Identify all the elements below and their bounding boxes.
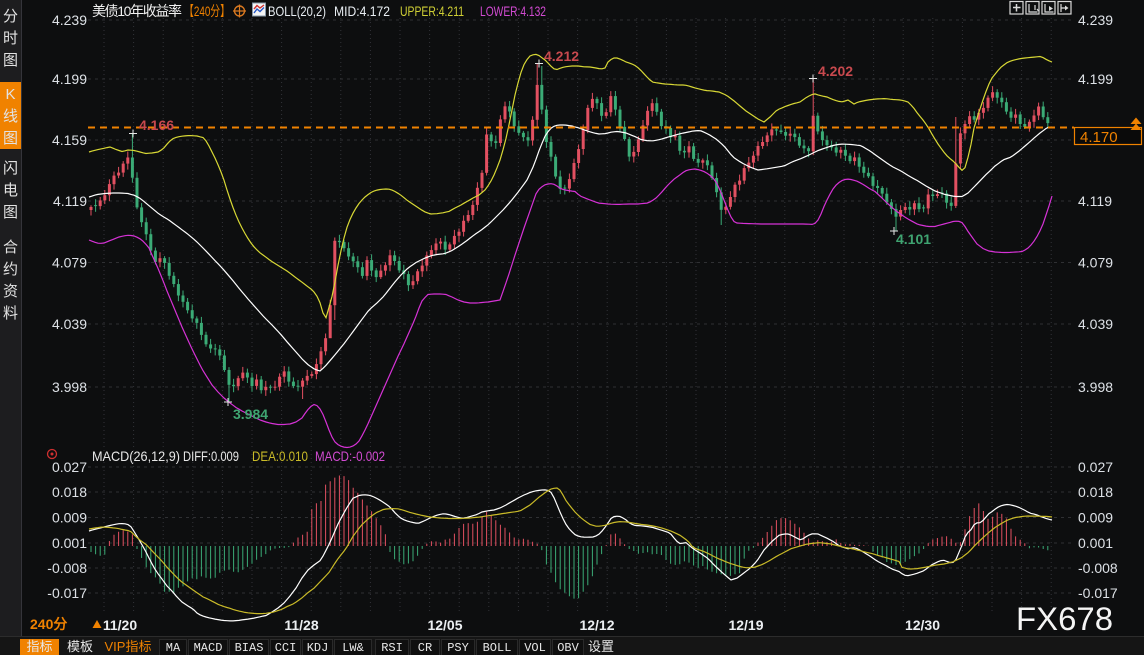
svg-text:-0.017: -0.017 bbox=[1078, 585, 1118, 601]
svg-text:4.199: 4.199 bbox=[52, 71, 87, 87]
svg-text:3.998: 3.998 bbox=[52, 379, 87, 395]
svg-text:12/12: 12/12 bbox=[579, 617, 614, 633]
svg-text:FX678: FX678 bbox=[1016, 601, 1113, 637]
svg-text:0.001: 0.001 bbox=[1078, 535, 1113, 551]
svg-text:0.018: 0.018 bbox=[52, 484, 87, 500]
svg-text:DIFF:0.009: DIFF:0.009 bbox=[183, 448, 239, 464]
svg-text:12/30: 12/30 bbox=[905, 617, 940, 633]
svg-text:4.170: 4.170 bbox=[1080, 129, 1118, 146]
svg-text:240分: 240分 bbox=[30, 616, 67, 632]
svg-text:0.027: 0.027 bbox=[52, 459, 87, 475]
svg-text:-0.017: -0.017 bbox=[47, 585, 87, 601]
svg-text:-0.008: -0.008 bbox=[1078, 560, 1118, 576]
svg-text:UPPER:4.211: UPPER:4.211 bbox=[400, 3, 464, 19]
svg-text:BOLL(20,2): BOLL(20,2) bbox=[268, 3, 326, 19]
svg-text:11/20: 11/20 bbox=[103, 617, 137, 633]
svg-text:DEA:0.010: DEA:0.010 bbox=[252, 448, 308, 464]
svg-text:12/19: 12/19 bbox=[728, 617, 763, 633]
svg-text:4.119: 4.119 bbox=[1078, 193, 1112, 209]
svg-text:0.009: 0.009 bbox=[52, 510, 87, 526]
svg-text:4.202: 4.202 bbox=[818, 63, 853, 79]
svg-text:MID:4.172: MID:4.172 bbox=[334, 3, 390, 19]
svg-text:4.212: 4.212 bbox=[544, 48, 579, 64]
svg-text:0.027: 0.027 bbox=[1078, 459, 1113, 475]
svg-text:4.159: 4.159 bbox=[52, 132, 87, 148]
svg-text:0.001: 0.001 bbox=[52, 535, 87, 551]
svg-text:4.101: 4.101 bbox=[896, 231, 931, 247]
svg-text:0.009: 0.009 bbox=[1078, 510, 1113, 526]
svg-text:MACD:-0.002: MACD:-0.002 bbox=[315, 448, 385, 464]
svg-text:4.079: 4.079 bbox=[1078, 255, 1113, 271]
svg-text:LOWER:4.132: LOWER:4.132 bbox=[480, 3, 546, 19]
svg-text:美债10年收益率: 美债10年收益率 bbox=[92, 3, 182, 19]
svg-text:4.039: 4.039 bbox=[52, 316, 87, 332]
svg-text:0.018: 0.018 bbox=[1078, 484, 1113, 500]
svg-text:4.166: 4.166 bbox=[139, 117, 174, 133]
svg-text:4.199: 4.199 bbox=[1078, 71, 1113, 87]
svg-text:4.239: 4.239 bbox=[52, 12, 87, 28]
svg-text:4.079: 4.079 bbox=[52, 255, 87, 271]
svg-text:4.039: 4.039 bbox=[1078, 316, 1113, 332]
svg-text:4.239: 4.239 bbox=[1078, 12, 1113, 28]
svg-text:12/05: 12/05 bbox=[427, 617, 462, 633]
svg-text:3.998: 3.998 bbox=[1078, 379, 1113, 395]
svg-text:3.984: 3.984 bbox=[233, 406, 268, 422]
svg-text:MACD(26,12,9): MACD(26,12,9) bbox=[92, 448, 180, 464]
svg-text:-0.008: -0.008 bbox=[47, 560, 87, 576]
svg-text:11/28: 11/28 bbox=[284, 617, 318, 633]
svg-text:【240分】: 【240分】 bbox=[184, 3, 230, 19]
svg-text:4.119: 4.119 bbox=[53, 193, 87, 209]
